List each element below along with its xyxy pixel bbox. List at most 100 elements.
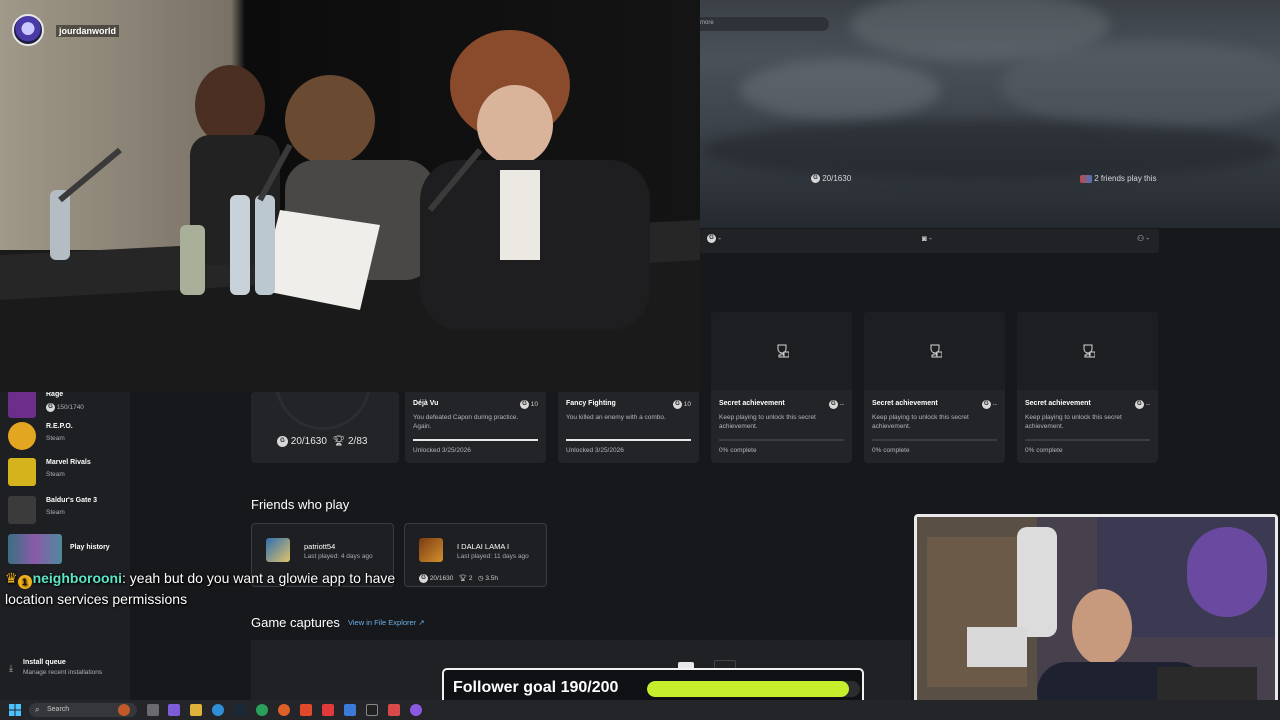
achievement-name: Secret achievement — [872, 400, 938, 407]
windows-taskbar: ⌕ Search — [0, 700, 1280, 720]
friend-last-played: Last played: 11 days ago — [457, 553, 529, 560]
friends-play-text: 2 friends play this — [1094, 174, 1157, 183]
gamerscore-icon: G — [277, 436, 288, 447]
game-progress-card: G 20/1630 🏆︎ 2/83 — [251, 392, 399, 463]
gamerscore-icon: G — [981, 400, 991, 409]
achievement-description: You defeated Capon during practice. Agai… — [413, 414, 519, 430]
friend-name: I DALAI LAMA I — [457, 542, 510, 551]
task-view-icon[interactable] — [147, 704, 159, 716]
achievement-filter-bar: G - ◙ - ⚇ - — [700, 229, 1159, 253]
sidebar-item-title: Play history — [70, 544, 110, 551]
friend-name: patriott54 — [304, 542, 336, 551]
locked-trophy-icon — [777, 344, 789, 358]
achievement-status: 0% complete — [872, 447, 910, 454]
discord-icon[interactable] — [410, 704, 422, 716]
achievement-progress-bar — [413, 439, 538, 441]
game-thumbnail — [8, 496, 36, 524]
app-icon[interactable] — [388, 704, 400, 716]
search-icon: ⌕ — [35, 705, 40, 714]
search-input-text: more — [700, 20, 714, 26]
trophy-icon: 🏆︎ — [458, 575, 467, 583]
game-thumbnail — [8, 390, 36, 418]
achievement-description: Keep playing to unlock this secret achie… — [872, 414, 969, 430]
achievement-image — [864, 312, 1005, 390]
achievement-card[interactable]: Secret achievement G -- Keep playing to … — [1017, 312, 1158, 463]
download-icon: ⤓ — [9, 663, 13, 673]
game-thumbnail — [8, 422, 36, 450]
gamerscore-icon: G — [46, 403, 55, 412]
chat-username: neighborooni — [32, 570, 122, 586]
play-history-thumbnail — [8, 534, 62, 564]
gamerscore-icon: G — [519, 400, 529, 409]
camera-icon: ◙ — [922, 234, 927, 243]
taskbar-app-icon[interactable] — [118, 704, 130, 716]
file-explorer-icon[interactable] — [190, 704, 202, 716]
achievement-progress-bar — [1025, 439, 1150, 441]
friend-last-played: Last played: 4 days ago — [304, 553, 373, 560]
firefox-icon[interactable] — [278, 704, 290, 716]
achievement-description: Keep playing to unlock this secret achie… — [719, 414, 816, 430]
steam-icon[interactable] — [234, 704, 246, 716]
achievement-name: Secret achievement — [719, 400, 785, 407]
edge-icon[interactable] — [212, 704, 224, 716]
achievement-points: G -- — [828, 400, 844, 409]
friends-play-label[interactable]: 2 friends play this — [1080, 174, 1157, 183]
achievement-points: G 10 — [519, 400, 538, 409]
sidebar-item-title: Marvel Rivals — [46, 459, 91, 466]
achievement-name: Déjà Vu — [413, 400, 439, 407]
game-card-achievements: 2/83 — [347, 436, 368, 448]
achievement-points: G -- — [981, 400, 997, 409]
brave-icon[interactable] — [300, 704, 312, 716]
friends-section-title: Friends who play — [251, 497, 350, 512]
view-in-file-explorer-link[interactable]: View in File Explorer ↗ — [348, 618, 425, 627]
sub-badge-icon: 1 — [17, 575, 32, 589]
avatar — [419, 538, 443, 562]
achievement-points: G -- — [1134, 400, 1150, 409]
sidebar-item-baldurs-gate-3[interactable]: Baldur's Gate 3 Steam — [8, 494, 126, 526]
achievement-points: G 10 — [672, 400, 691, 409]
copilot-icon[interactable] — [168, 704, 180, 716]
game-hero-banner — [700, 0, 1280, 228]
sidebar-item-title: R.E.P.O. — [46, 423, 73, 430]
webcam-feed — [917, 517, 1275, 717]
crown-icon: ♛ — [5, 570, 18, 586]
achievement-card[interactable]: Secret achievement G -- Keep playing to … — [864, 312, 1005, 463]
filter-friends[interactable]: ⚇ - — [1137, 234, 1149, 243]
gamerscore-icon: G — [707, 234, 716, 244]
trophy-icon: 🏆︎ — [332, 436, 346, 448]
sidebar-item-play-history[interactable]: Play history — [8, 532, 128, 564]
filter-gamerscore[interactable]: G - — [707, 234, 721, 244]
progress-ring — [275, 392, 371, 430]
sidebar-item-title: Rage — [46, 391, 64, 398]
streamer-name: jourdanworld — [56, 25, 119, 37]
install-queue-button[interactable]: ⤓ Install queue Manage recent installati… — [9, 659, 124, 681]
webcam-overlay — [914, 514, 1278, 720]
friends-avatars-icon — [1080, 174, 1092, 183]
app-icon[interactable] — [344, 704, 356, 716]
sidebar-item-rage[interactable]: Rage G 150/1740 — [8, 388, 126, 420]
sidebar-item-subtitle: G 150/1740 — [46, 403, 84, 412]
follower-goal-progress-bar — [647, 681, 860, 697]
captures-section-title: Game captures — [251, 615, 340, 630]
achievement-status: 0% complete — [1025, 447, 1063, 454]
achievement-status: 0% complete — [719, 447, 757, 454]
chat-message: ♛ 1 neighborooni: yeah but do you want a g… — [5, 568, 445, 609]
xbox-icon[interactable] — [256, 704, 268, 716]
windows-start-icon[interactable] — [9, 704, 21, 716]
sidebar-item-subtitle: Steam — [46, 435, 65, 442]
terminal-icon[interactable] — [366, 704, 378, 716]
search-input[interactable]: more — [693, 17, 829, 31]
gamerscore-icon: G — [1134, 400, 1144, 409]
app-icon[interactable] — [322, 704, 334, 716]
filter-captures[interactable]: ◙ - — [922, 234, 932, 243]
gamerscore-icon: G — [672, 400, 682, 409]
sidebar-item-marvel-rivals[interactable]: Marvel Rivals Steam — [8, 456, 126, 488]
sidebar-item-title: Baldur's Gate 3 — [46, 497, 98, 504]
achievement-card[interactable]: Secret achievement G -- Keep playing to … — [711, 312, 852, 463]
game-thumbnail — [8, 458, 36, 486]
sidebar-item-score: 150/1740 — [56, 404, 84, 412]
locked-trophy-icon — [930, 344, 942, 358]
clock-icon: ◷ — [477, 575, 484, 583]
hero-gamerscore: G 20/1630 — [811, 174, 851, 184]
sidebar-item-repo[interactable]: R.E.P.O. Steam — [8, 420, 126, 452]
